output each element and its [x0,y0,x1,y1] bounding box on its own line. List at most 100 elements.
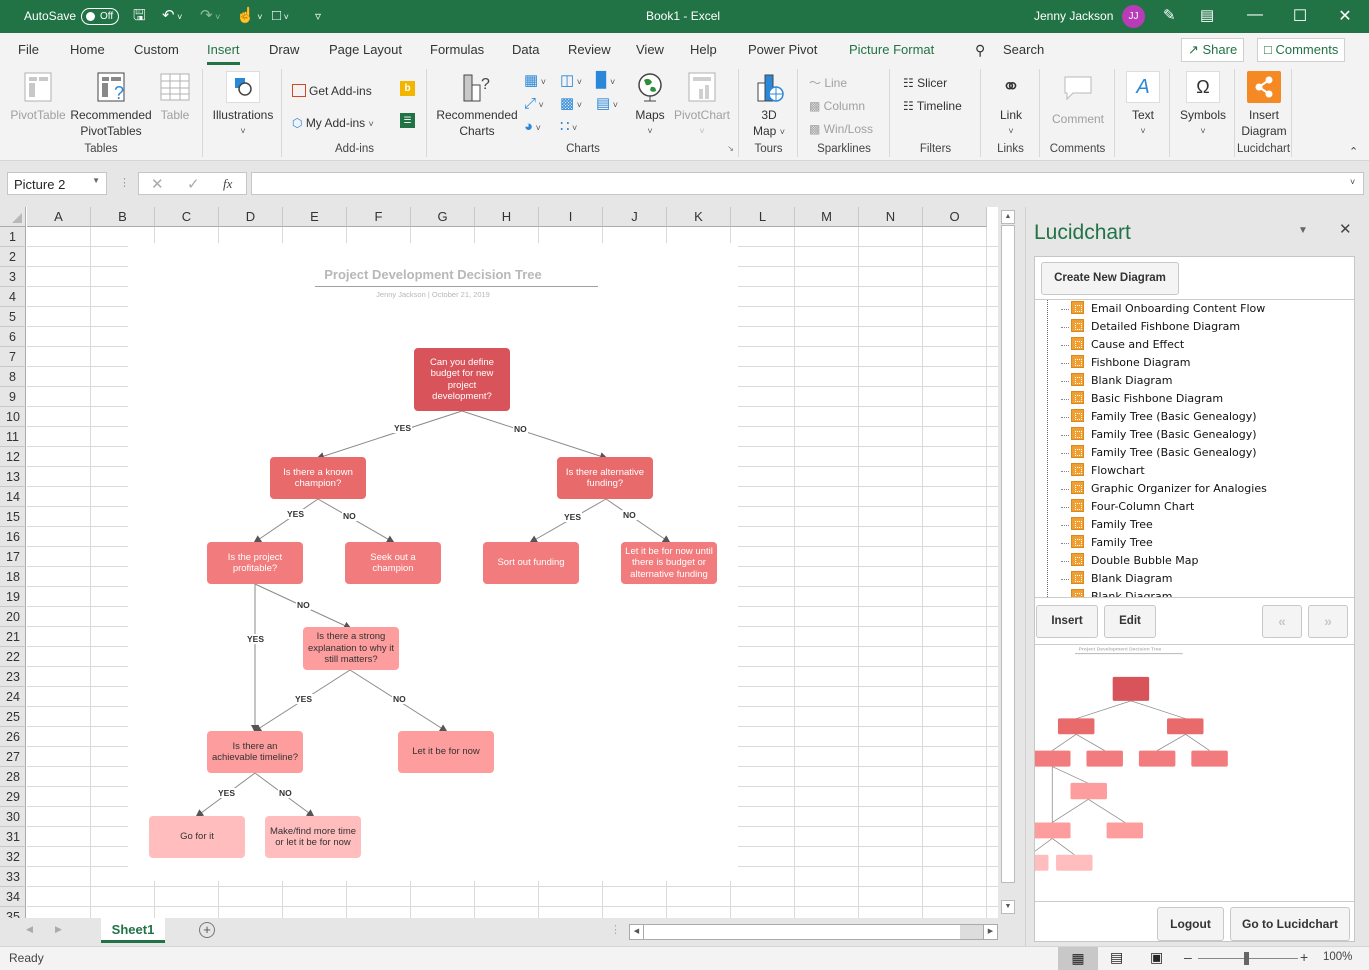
row-header-13[interactable]: 13 [0,467,26,487]
row-header-25[interactable]: 25 [0,707,26,727]
row-header-14[interactable]: 14 [0,487,26,507]
row-header-12[interactable]: 12 [0,447,26,467]
document-list-item[interactable]: Basic Fishbone Diagram [1060,390,1223,408]
scroll-left-icon[interactable]: ◀ [630,925,644,939]
table-button[interactable]: Table [155,71,195,123]
new-comment-button[interactable]: Comment [1047,71,1109,127]
document-list-item[interactable]: Blank Diagram [1060,372,1172,390]
shapes-icon[interactable]: □ ˅ [272,7,289,26]
minimize-icon[interactable]: — [1240,6,1270,24]
cancel-icon[interactable]: ✕ [151,175,164,193]
spreadsheet-grid[interactable]: ABCDEFGHIJKLMNO 1 2 3 4 5 6 7 8 9 10 11 12 13 14 15 16 1… [0,207,998,918]
customize-toolbar-icon[interactable]: ▿ [315,7,321,25]
row-header-34[interactable]: 34 [0,887,26,907]
slicer-button[interactable]: ☷ Slicer [903,75,947,91]
pivottable-button[interactable]: PivotTable [8,71,68,123]
row-header-30[interactable]: 30 [0,807,26,827]
bing-icon[interactable]: b [400,81,415,96]
document-list-item[interactable]: Blank Diagram [1071,588,1172,597]
symbols-button[interactable]: Ω Symbols ˅ [1175,71,1231,139]
pen-icon[interactable]: ✎ [1163,7,1176,25]
row-header-18[interactable]: 18 [0,567,26,587]
get-addins-button[interactable]: Get Add-ins [292,83,372,99]
pivotchart-button[interactable]: PivotChart ˅ [670,71,734,139]
document-list-item[interactable]: Flowchart [1061,462,1145,480]
formula-input[interactable] [251,172,1364,195]
row-header-20[interactable]: 20 [0,607,26,627]
document-list-item[interactable]: Four-Column Chart [1060,498,1194,516]
touch-mode-icon[interactable]: ☝ ˅ [236,7,262,26]
next-page-button[interactable]: » [1308,605,1348,638]
column-chart-icon[interactable]: ▦ ˅ [524,73,546,90]
row-header-6[interactable]: 6 [0,327,26,347]
logout-button[interactable]: Logout [1157,907,1224,941]
maps-button[interactable]: Maps ˅ [632,71,668,139]
zoom-in-icon[interactable]: + [1300,949,1308,965]
row-header-15[interactable]: 15 [0,507,26,527]
column-header-c[interactable]: C [155,207,219,227]
3d-map-button[interactable]: 3D Map ˅ [746,71,792,140]
column-header-l[interactable]: L [731,207,795,227]
comments-button[interactable]: □ Comments [1257,38,1346,62]
tab-picture-format[interactable]: Picture Format [849,42,934,57]
go-to-lucidchart-button[interactable]: Go to Lucidchart [1230,907,1350,941]
horizontal-track[interactable] [960,925,984,939]
column-header-h[interactable]: H [475,207,539,227]
text-button[interactable]: A Text ˅ [1122,71,1164,139]
chevron-down-icon[interactable]: ▼ [92,176,100,185]
people-graph-icon[interactable]: ☰ [400,113,415,128]
tab-help[interactable]: Help [690,42,717,57]
row-header-1[interactable]: 1 [0,227,26,247]
tab-file[interactable]: File [18,42,39,57]
document-list[interactable]: Email Onboarding Content Flow Detailed Fi… [1035,300,1354,597]
row-header-19[interactable]: 19 [0,587,26,607]
waterfall-chart-icon[interactable]: ▉ ˅ [596,73,615,90]
undo-icon[interactable]: ↶ ˅ [162,7,182,26]
tab-draw[interactable]: Draw [269,42,299,57]
share-button[interactable]: ↗ Share [1181,38,1245,62]
pie-chart-icon[interactable]: ◕ ˅ [524,119,541,136]
search-icon[interactable]: ⚲ [975,42,985,59]
zoom-out-icon[interactable]: – [1184,949,1192,965]
document-list-item[interactable]: Email Onboarding Content Flow [1060,300,1265,318]
redo-icon[interactable]: ↷ ˅ [200,7,220,26]
tab-power-pivot[interactable]: Power Pivot [748,42,817,57]
tab-insert[interactable]: Insert [207,42,240,65]
row-header-27[interactable]: 27 [0,747,26,767]
insert-button[interactable]: Insert [1036,605,1098,638]
line-chart-icon[interactable]: ⤢ ˅ [524,96,544,113]
column-header-d[interactable]: D [219,207,283,227]
column-header-i[interactable]: I [539,207,603,227]
illustrations-button[interactable]: Illustrations ˅ [208,71,278,139]
column-header-g[interactable]: G [411,207,475,227]
column-header-f[interactable]: F [347,207,411,227]
row-header-24[interactable]: 24 [0,687,26,707]
document-list-item[interactable]: Graphic Organizer for Analogies [1061,480,1267,498]
scatter-chart-icon[interactable]: ∷ ˅ [560,119,577,136]
document-list-item[interactable]: Detailed Fishbone Diagram [1060,318,1240,336]
zoom-level[interactable]: 100% [1323,951,1352,963]
create-new-diagram-button[interactable]: Create New Diagram [1041,262,1179,295]
row-header-33[interactable]: 33 [0,867,26,887]
row-header-2[interactable]: 2 [0,247,26,267]
column-header-m[interactable]: M [795,207,859,227]
enter-icon[interactable]: ✓ [187,175,200,193]
row-header-23[interactable]: 23 [0,667,26,687]
collapse-ribbon-icon[interactable]: ⌃ [1349,145,1358,158]
row-header-31[interactable]: 31 [0,827,26,847]
column-header-j[interactable]: J [603,207,667,227]
hierarchy-chart-icon[interactable]: ◫ ˅ [560,73,582,90]
column-header-e[interactable]: E [283,207,347,227]
column-header-k[interactable]: K [667,207,731,227]
combo-chart-icon[interactable]: ▤ ˅ [596,96,618,113]
close-pane-icon[interactable]: ✕ [1339,220,1352,238]
select-all-button[interactable] [0,207,26,227]
row-header-11[interactable]: 11 [0,427,26,447]
link-button[interactable]: ⚭ Link ˅ [988,71,1034,139]
tab-view[interactable]: View [636,42,664,57]
page-layout-view-icon[interactable]: ▤ [1110,949,1123,966]
dialog-launcher-icon[interactable]: ↘ [727,144,734,153]
row-header-26[interactable]: 26 [0,727,26,747]
page-break-view-icon[interactable]: ▣ [1150,949,1163,966]
column-header-n[interactable]: N [859,207,923,227]
